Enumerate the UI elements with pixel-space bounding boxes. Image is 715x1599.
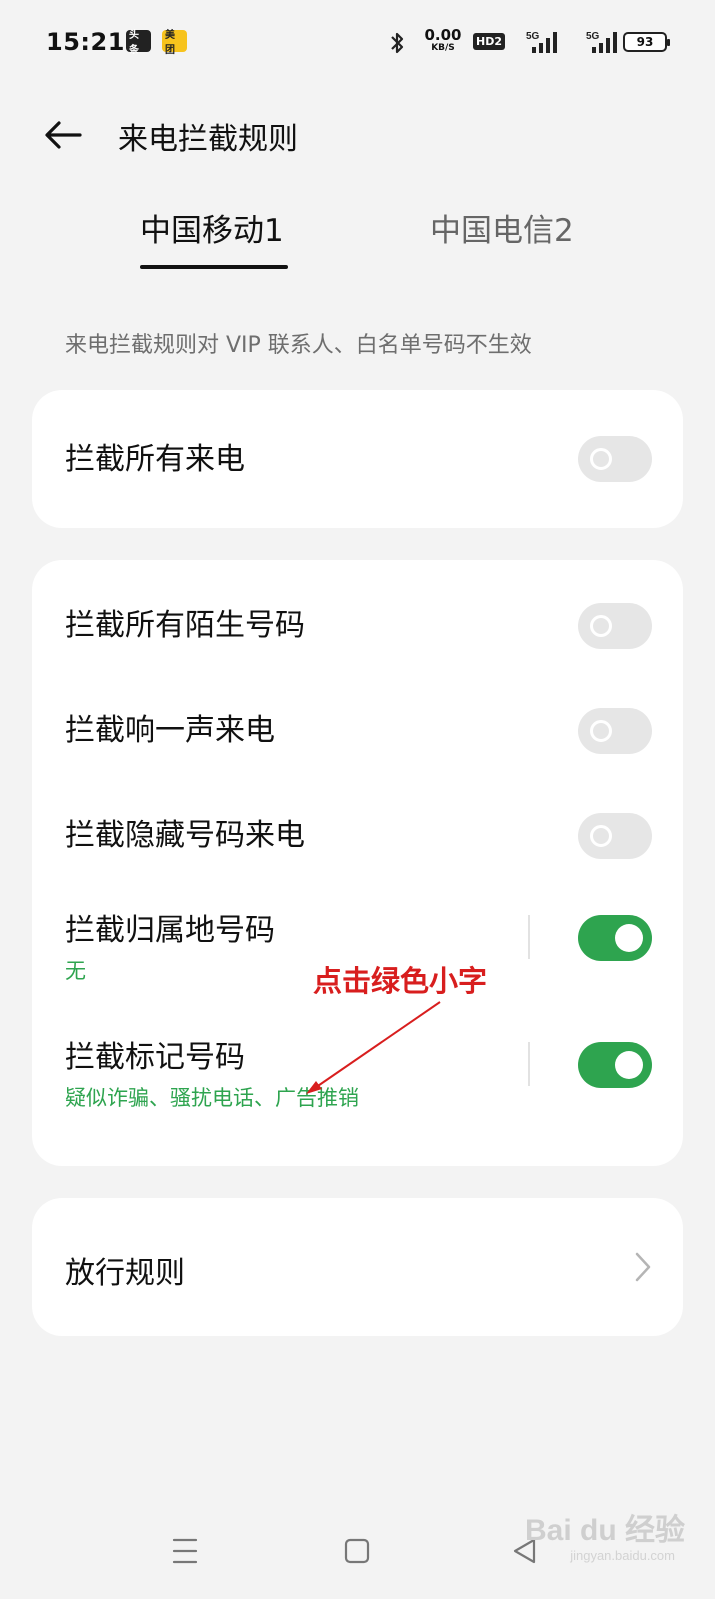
menu-icon[interactable]: [172, 1537, 198, 1565]
row-divider: [528, 1042, 530, 1086]
signal-icon-sim2: 5G: [586, 29, 620, 59]
hd-voice-icon: HD2: [473, 33, 505, 50]
rules-note: 来电拦截规则对 VIP 联系人、白名单号码不生效: [65, 333, 532, 358]
block-all-label: 拦截所有来电: [65, 442, 245, 477]
rule-label: 拦截标记号码: [65, 1040, 245, 1075]
baidu-watermark-url: jingyan.baidu.com: [570, 1548, 675, 1563]
tab-china-telecom[interactable]: 中国电信2: [430, 205, 574, 250]
rule-label: 拦截所有陌生号码: [65, 608, 305, 643]
block-marked-toggle[interactable]: [578, 1042, 652, 1088]
signal-icon-sim1: 5G: [526, 29, 560, 59]
home-icon[interactable]: [344, 1537, 370, 1565]
annotation-text: 点击绿色小字: [313, 964, 488, 998]
status-bar: 15:21 头条 美团 0.00 KB/S HD2 5G 5G 93: [0, 22, 715, 62]
tab-china-mobile[interactable]: 中国移动1: [140, 205, 284, 250]
chevron-right-icon: [635, 1252, 651, 1282]
baidu-watermark-logo: Bai du 经验: [524, 1514, 685, 1547]
meituan-app-icon: 美团: [162, 30, 187, 56]
sim1-network-label: 5G: [526, 31, 540, 42]
block-strangers-toggle[interactable]: [578, 603, 652, 649]
back-arrow-icon[interactable]: [44, 120, 82, 150]
allow-rules-card[interactable]: 放行规则: [32, 1198, 683, 1336]
battery-icon: 93: [623, 32, 670, 52]
location-setting-link[interactable]: 无: [65, 955, 86, 985]
rule-row-one-ring[interactable]: 拦截响一声来电: [32, 665, 683, 770]
bluetooth-icon: [391, 32, 404, 54]
network-speed-unit: KB/S: [431, 43, 455, 53]
block-all-row[interactable]: 拦截所有来电: [32, 390, 683, 528]
rule-row-strangers[interactable]: 拦截所有陌生号码: [32, 560, 683, 665]
rule-label: 拦截隐藏号码来电: [65, 818, 305, 853]
row-divider: [528, 915, 530, 959]
sim2-network-label: 5G: [586, 31, 600, 42]
allow-rules-label: 放行规则: [65, 1256, 185, 1291]
sim-tabs: 中国移动1 中国电信2: [0, 205, 715, 275]
rule-row-hidden[interactable]: 拦截隐藏号码来电: [32, 770, 683, 875]
rule-label: 拦截响一声来电: [65, 713, 275, 748]
toutiao-app-icon: 头条: [126, 30, 151, 56]
network-speed: 0.00 KB/S: [421, 28, 465, 53]
header: 来电拦截规则: [0, 108, 715, 164]
status-time: 15:21: [46, 28, 125, 56]
block-one-ring-toggle[interactable]: [578, 708, 652, 754]
page-title: 来电拦截规则: [118, 122, 298, 157]
block-hidden-toggle[interactable]: [578, 813, 652, 859]
annotation-arrow-icon: [306, 1001, 441, 1094]
block-all-card: 拦截所有来电: [32, 390, 683, 528]
rule-label: 拦截归属地号码: [65, 913, 275, 948]
network-speed-value: 0.00: [424, 26, 462, 44]
block-all-toggle[interactable]: [578, 436, 652, 482]
tab-active-indicator: [140, 265, 288, 269]
block-location-toggle[interactable]: [578, 915, 652, 961]
